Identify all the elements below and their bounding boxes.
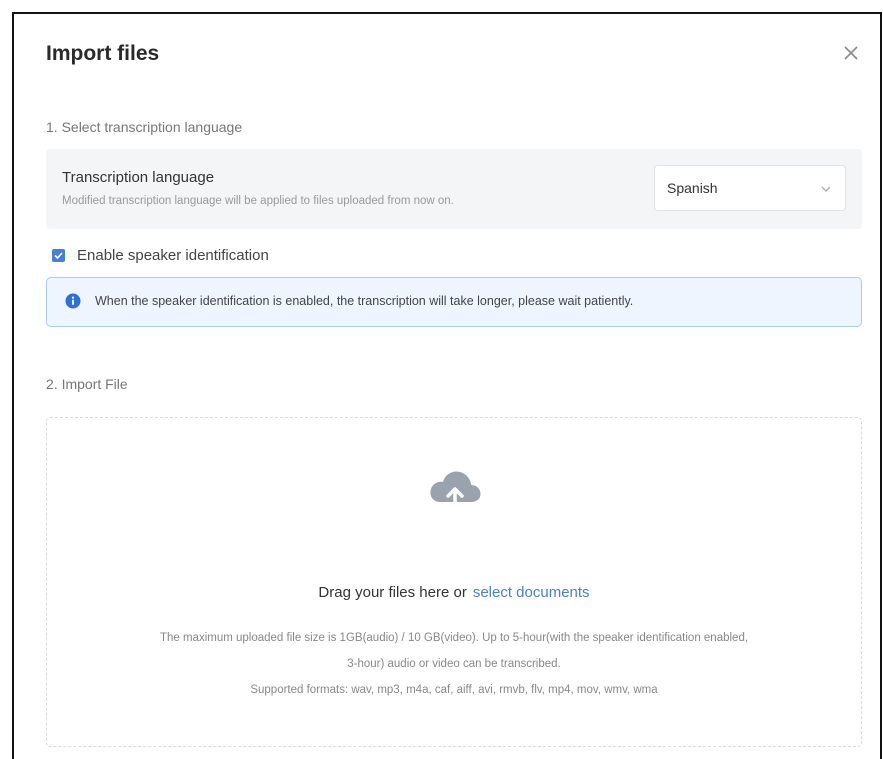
section-import-file-label: 2. Import File [46,376,128,392]
cloud-upload-icon [427,466,483,512]
transcription-language-description: Modified transcription language will be … [62,195,454,207]
transcription-language-panel: Transcription language Modified transcri… [46,149,862,229]
language-select-value: Spanish [667,180,718,196]
drag-text: Drag your files here or [318,584,467,601]
import-dialog: Import files 1. Select transcription lan… [12,12,882,759]
speaker-identification-label: Enable speaker identification [77,246,269,264]
language-select[interactable]: Spanish [654,165,846,211]
file-size-hint: The maximum uploaded file size is 1GB(au… [159,632,749,644]
dialog-title: Import files [46,42,160,65]
supported-formats-hint: Supported formats: wav, mp3, m4a, caf, a… [250,684,658,696]
file-dropzone[interactable]: Drag your files here or select documents … [46,417,862,747]
chevron-down-icon [819,182,833,196]
transcription-language-title: Transcription language [62,169,215,186]
speaker-identification-toggle[interactable]: Enable speaker identification [52,245,269,265]
speaker-info-text: When the speaker identification is enabl… [95,294,634,308]
select-documents-link[interactable]: select documents [473,584,590,601]
duration-hint: 3-hour) audio or video can be transcribe… [347,658,561,670]
speaker-identification-checkbox[interactable] [52,248,65,262]
speaker-info-banner: When the speaker identification is enabl… [46,277,862,327]
section-select-language-label: 1. Select transcription language [46,119,243,135]
drag-instructions: Drag your files here or select documents [47,584,861,601]
close-icon[interactable] [840,42,862,64]
info-icon [65,293,81,309]
